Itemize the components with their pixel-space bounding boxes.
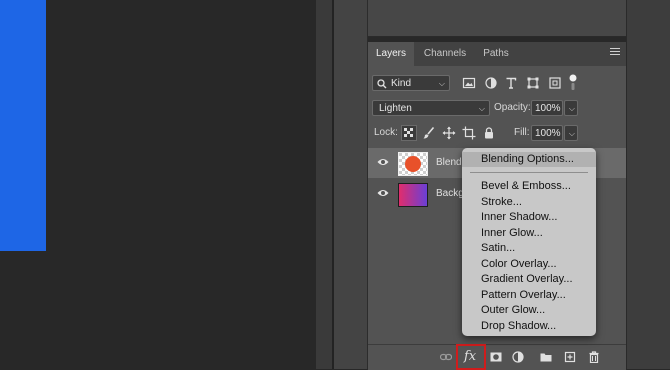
- filter-kind-select[interactable]: Kind ⌵: [372, 75, 450, 91]
- fill-input[interactable]: 100%: [531, 125, 563, 141]
- menu-item-bevel-emboss[interactable]: Bevel & Emboss...: [462, 179, 596, 194]
- smart-object-filter-icon[interactable]: [548, 76, 562, 90]
- orange-circle-thumb: [405, 156, 421, 172]
- menu-item-gradient-overlay[interactable]: Gradient Overlay...: [462, 272, 596, 287]
- adjustment-icon[interactable]: [512, 351, 524, 363]
- menu-item-blending-options[interactable]: Blending Options...: [462, 152, 596, 167]
- filter-kind-label: Kind: [391, 78, 412, 89]
- tab-channels[interactable]: Channels: [416, 42, 474, 66]
- opacity-label: Opacity:: [494, 102, 531, 113]
- document-image: [0, 0, 46, 251]
- panel-tabs: Layers Channels Paths: [368, 42, 626, 66]
- tab-paths[interactable]: Paths: [476, 42, 516, 66]
- mask-icon[interactable]: [490, 351, 502, 363]
- link-icon[interactable]: [440, 351, 452, 363]
- search-icon: [377, 79, 387, 89]
- lock-label: Lock:: [374, 127, 398, 138]
- lock-row: Lock: Fill: 100% ⌵: [368, 124, 626, 142]
- eye-icon[interactable]: [377, 157, 389, 167]
- tab-layers[interactable]: Layers: [368, 42, 414, 66]
- menu-item-outer-glow[interactable]: Outer Glow...: [462, 303, 596, 318]
- chevron-down-icon: ⌵: [478, 104, 485, 113]
- panel-menu-icon[interactable]: [610, 48, 620, 58]
- layer-thumbnail: [398, 152, 428, 176]
- adjustment-filter-icon[interactable]: [484, 76, 498, 90]
- lock-all-icon[interactable]: [482, 126, 496, 140]
- fill-value: 100%: [535, 128, 561, 139]
- lock-artboard-icon[interactable]: [462, 126, 476, 140]
- menu-item-pattern-overlay[interactable]: Pattern Overlay...: [462, 288, 596, 303]
- lock-image-pixels-icon[interactable]: [422, 126, 436, 140]
- blend-mode-select[interactable]: Lighten ⌵: [372, 100, 490, 116]
- chevron-down-icon: ⌵: [438, 79, 445, 88]
- right-dock-edge: [626, 0, 670, 369]
- filter-toggle-icon[interactable]: [568, 74, 578, 92]
- menu-item-inner-shadow[interactable]: Inner Shadow...: [462, 210, 596, 225]
- layer-thumbnail: [398, 183, 428, 207]
- menu-item-color-overlay[interactable]: Color Overlay...: [462, 257, 596, 272]
- opacity-value: 100%: [535, 103, 561, 114]
- trash-icon[interactable]: [588, 351, 600, 363]
- menu-item-inner-glow[interactable]: Inner Glow...: [462, 226, 596, 241]
- lock-position-icon[interactable]: [442, 126, 456, 140]
- menu-separator: [470, 172, 588, 173]
- new-layer-icon[interactable]: [564, 351, 576, 363]
- document-canvas[interactable]: [0, 0, 316, 369]
- blend-row: Lighten ⌵ Opacity: 100% ⌵: [368, 99, 626, 117]
- chevron-down-icon: ⌵: [568, 129, 575, 138]
- menu-item-stroke[interactable]: Stroke...: [462, 195, 596, 210]
- fill-slider-toggle[interactable]: ⌵: [564, 125, 578, 141]
- layer-style-menu: Blending Options... Bevel & Emboss... St…: [462, 148, 596, 336]
- menu-item-drop-shadow[interactable]: Drop Shadow...: [462, 319, 596, 334]
- fx-button[interactable]: fx: [456, 344, 486, 370]
- blend-mode-value: Lighten: [379, 103, 412, 114]
- filter-row: Kind ⌵: [368, 74, 626, 92]
- collapsed-panel-strip: [334, 0, 368, 369]
- layers-bottom-toolbar: fx: [368, 344, 626, 370]
- layer-name: Blendi: [436, 157, 464, 168]
- eye-icon[interactable]: [377, 188, 389, 198]
- menu-item-satin[interactable]: Satin...: [462, 241, 596, 256]
- upper-panel: [368, 0, 626, 37]
- type-filter-icon[interactable]: [504, 76, 518, 90]
- lock-transparent-pixels-icon[interactable]: [401, 125, 417, 141]
- shape-filter-icon[interactable]: [526, 76, 540, 90]
- fill-label: Fill:: [514, 127, 530, 138]
- opacity-input[interactable]: 100%: [531, 100, 563, 116]
- opacity-slider-toggle[interactable]: ⌵: [564, 100, 578, 116]
- chevron-down-icon: ⌵: [568, 104, 575, 113]
- group-folder-icon[interactable]: [540, 351, 552, 363]
- image-filter-icon[interactable]: [462, 76, 476, 90]
- dock-gutter: [316, 0, 332, 369]
- fx-icon: fx: [464, 349, 477, 364]
